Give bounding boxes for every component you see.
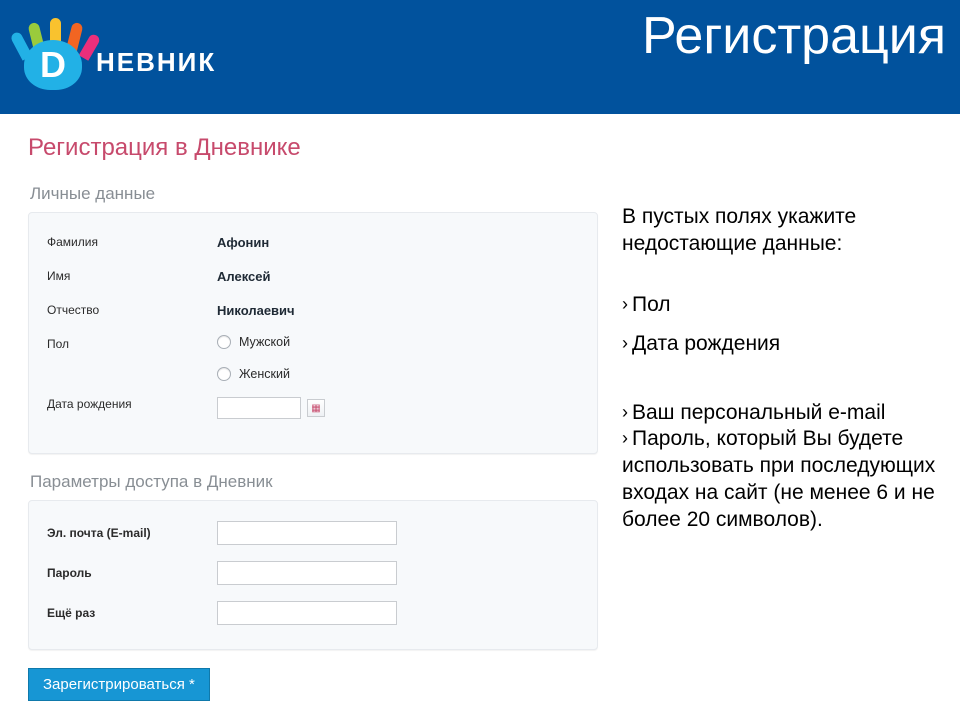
value-patronymic: Николаевич [217,303,295,318]
register-button[interactable]: Зарегистрироваться * [28,668,210,701]
section-title-access: Параметры доступа в Дневник [30,472,610,492]
hand-icon: D [20,12,90,84]
slide-title: Регистрация [642,6,946,66]
radio-gender-female[interactable]: Женский [217,367,290,381]
radio-label-male: Мужской [239,335,290,349]
header-bar: D НЕВНИК Регистрация [0,0,960,114]
label-dob: Дата рождения [47,397,217,411]
label-password2: Ещё раз [47,606,217,620]
value-lastname: Афонин [217,235,269,250]
brand-logo: D НЕВНИК [20,12,216,84]
hints-column: В пустых полях укажите недостающие данны… [610,114,960,720]
radio-gender-male[interactable]: Мужской [217,335,290,349]
page-title: Регистрация в Дневнике [28,134,610,162]
calendar-icon[interactable]: ▦ [307,399,325,417]
hint-item: Пол [622,292,942,319]
label-firstname: Имя [47,269,217,283]
label-patronymic: Отчество [47,303,217,317]
personal-panel: Фамилия Афонин Имя Алексей Отчество Нико… [28,212,598,454]
hints-list-1: Пол Дата рождения [622,292,942,358]
label-gender: Пол [47,337,217,351]
section-title-personal: Личные данные [30,184,610,204]
label-lastname: Фамилия [47,235,217,249]
hint-item: Дата рождения [622,331,942,358]
form-column: Регистрация в Дневнике Личные данные Фам… [0,114,610,720]
access-panel: Эл. почта (E-mail) Пароль Ещё раз [28,500,598,650]
value-firstname: Алексей [217,269,271,284]
email-input[interactable] [217,521,397,545]
hints-list-2: Ваш персональный e-mail Пароль, который … [622,400,942,534]
brand-word: НЕВНИК [96,47,216,84]
hint-item: Пароль, который Вы будете использовать п… [622,426,942,534]
hints-heading: В пустых полях укажите недостающие данны… [622,204,942,258]
radio-dot-icon [217,335,231,349]
logo-letter: D [24,40,82,90]
radio-dot-icon [217,367,231,381]
password-input[interactable] [217,561,397,585]
password-repeat-input[interactable] [217,601,397,625]
label-email: Эл. почта (E-mail) [47,526,217,540]
radio-label-female: Женский [239,367,290,381]
hint-item: Ваш персональный e-mail [622,400,942,427]
dob-input[interactable] [217,397,301,419]
label-password: Пароль [47,566,217,580]
